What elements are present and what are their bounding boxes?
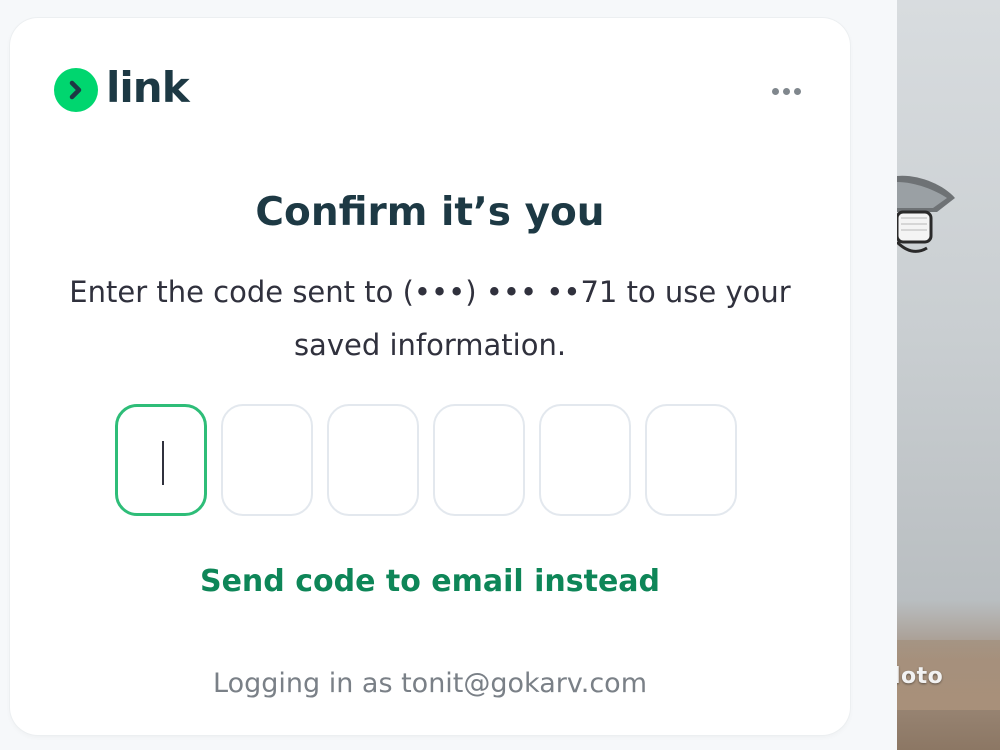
chevron-right-icon: [54, 68, 98, 112]
verification-code-input: [115, 404, 737, 516]
photo-caption: loto: [897, 664, 944, 689]
dialog-subtitle: Enter the code sent to (•••) ••• ••71 to…: [69, 275, 791, 362]
dialog-title: Confirm it’s you: [255, 190, 605, 235]
more-dot: [793, 87, 801, 95]
logo-wordmark: link: [106, 63, 190, 112]
send-code-to-email-link[interactable]: Send code to email instead: [10, 564, 850, 599]
text-caret: [162, 441, 164, 485]
code-digit-1[interactable]: [115, 404, 207, 516]
code-digit-6[interactable]: [645, 404, 737, 516]
logged-in-as-text: Logging in as tonit@gokarv.com: [213, 668, 647, 699]
code-digit-5[interactable]: [539, 404, 631, 516]
code-digit-3[interactable]: [327, 404, 419, 516]
lamp-image: [897, 175, 955, 253]
more-options-button[interactable]: [764, 76, 808, 106]
code-digit-2[interactable]: [221, 404, 313, 516]
code-digit-4[interactable]: [433, 404, 525, 516]
more-dot: [782, 87, 790, 95]
link-logo: link: [54, 63, 190, 112]
background-photo: loto: [897, 0, 1000, 750]
link-verification-card: link Confirm it’s you Enter the code sen…: [10, 18, 850, 735]
more-horizontal-icon: [771, 87, 779, 95]
